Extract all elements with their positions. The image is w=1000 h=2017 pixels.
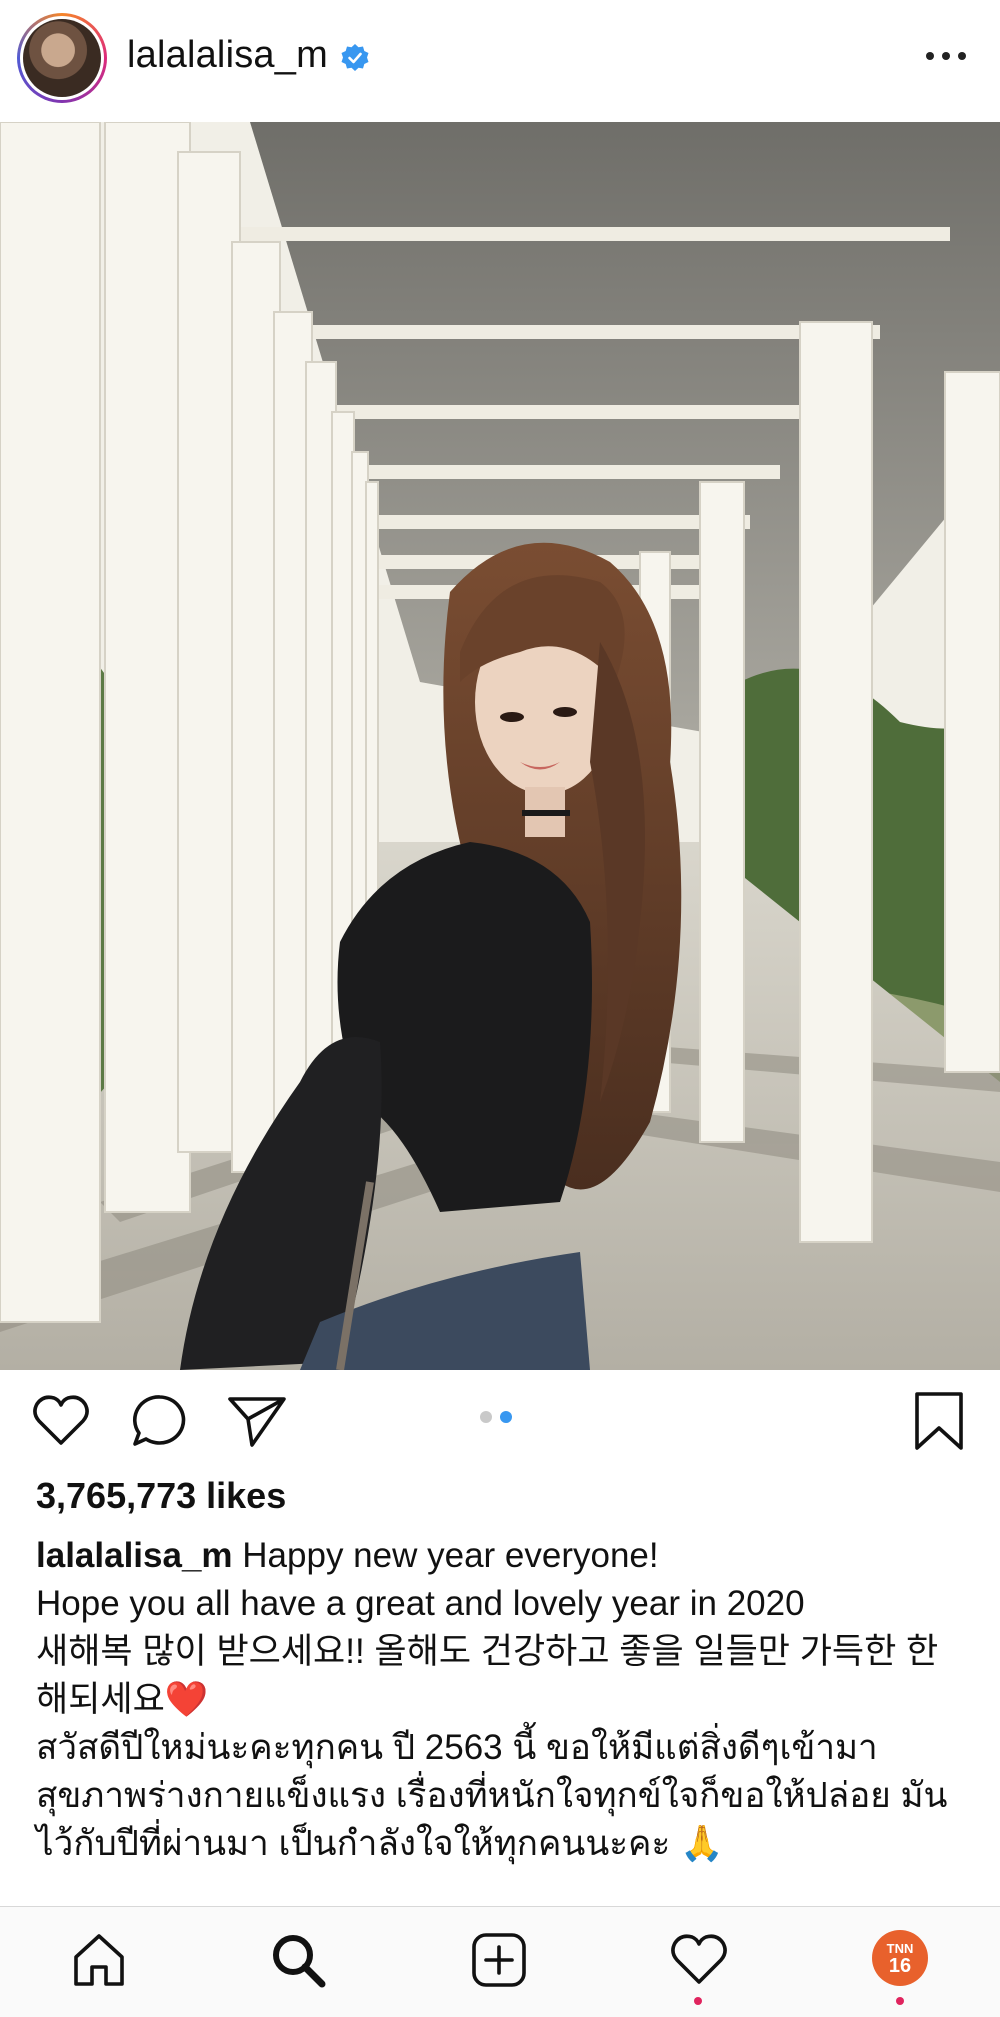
- bookmark-icon[interactable]: [908, 1390, 970, 1452]
- home-icon[interactable]: [68, 1929, 130, 1991]
- more-options-icon[interactable]: [926, 52, 966, 64]
- bottom-navigation: TNN 16: [0, 1906, 1000, 2017]
- post-image-illustration: [0, 122, 1000, 1370]
- verified-badge-icon: [341, 44, 369, 71]
- paper-plane-icon[interactable]: [226, 1390, 288, 1452]
- post-caption: lalalalisa_m Happy new year everyone! Ho…: [36, 1532, 966, 1868]
- caption-thai: สวัสดีปีใหม่นะคะทุกคน ปี 2563 นี้ ขอให้ม…: [36, 1728, 948, 1863]
- activity-notification-dot: [694, 1997, 702, 2005]
- profile-notification-dot: [896, 1997, 904, 2005]
- carousel-dot: [480, 1411, 492, 1423]
- caption-line-2: Hope you all have a great and lovely yea…: [36, 1584, 805, 1623]
- likes-count[interactable]: 3,765,773 likes: [36, 1475, 286, 1517]
- caption-username[interactable]: lalalalisa_m: [36, 1536, 233, 1575]
- caption-line-1: Happy new year everyone!: [242, 1536, 659, 1575]
- post-header: lalalalisa_m: [0, 0, 1000, 122]
- carousel-dot-active: [500, 1411, 512, 1423]
- praying-hands-emoji: 🙏: [680, 1824, 724, 1863]
- carousel-indicator: [480, 1411, 512, 1423]
- post-actions: [0, 1370, 1000, 1464]
- comment-icon[interactable]: [129, 1390, 191, 1452]
- red-heart-emoji: ❤️: [164, 1680, 209, 1719]
- new-post-icon[interactable]: [468, 1929, 530, 1991]
- post-username[interactable]: lalalalisa_m: [127, 34, 328, 77]
- profile-avatar[interactable]: TNN 16: [872, 1930, 928, 1986]
- search-icon[interactable]: [267, 1929, 329, 1991]
- avatar[interactable]: [23, 19, 101, 97]
- story-ring[interactable]: [17, 13, 107, 103]
- profile-badge-number: 16: [888, 1954, 912, 1977]
- post-photo[interactable]: [0, 122, 1000, 1370]
- heart-icon[interactable]: [30, 1390, 92, 1452]
- profile-badge-label: TNN: [886, 1940, 914, 1956]
- activity-heart-icon[interactable]: [668, 1929, 730, 1991]
